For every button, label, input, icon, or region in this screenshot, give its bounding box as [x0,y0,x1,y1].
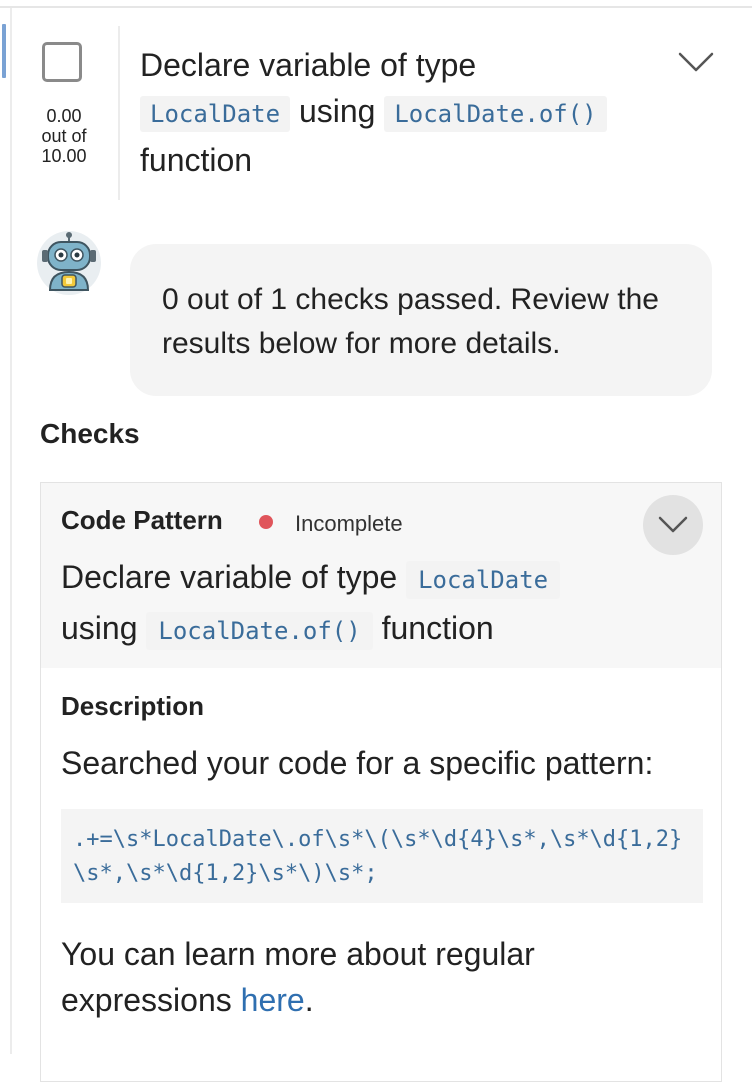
description-heading: Description [61,691,205,721]
check-title-middle: using [61,610,138,646]
task-title-prefix: Declare variable of type [140,47,477,83]
description-text: Searched your code for a specific patter… [61,745,654,781]
check-title-suffix: function [381,610,494,646]
task-title-code-type: LocalDate [140,96,291,132]
check-title-prefix: Declare variable of type [61,559,398,595]
robot-icon [36,230,102,296]
regex-pattern: .+=\s*LocalDate\.of\s*\(\s*\d{4}\s*,\s*\… [61,809,703,903]
active-task-indicator [2,24,6,78]
assistant-message: 0 out of 1 checks passed. Review the res… [162,283,659,360]
check-title-code-type: LocalDate [406,561,561,599]
check-card-header[interactable]: Code Pattern Incomplete Declare variable… [41,483,721,668]
learn-more-text: You can learn more about regular express… [61,931,661,1023]
check-type: Code Pattern [61,505,223,535]
task-title-suffix: function [140,142,253,178]
task-title: Declare variable of type LocalDate using… [140,42,660,183]
task-header: 0.00 out of 10.00 Declare variable of ty… [12,24,752,204]
score-out-of-label: out of [41,126,87,146]
chevron-down-icon [678,52,714,72]
task-score: 0.00 out of 10.00 [24,106,104,166]
score-value: 0.00 [46,106,82,126]
check-status: Incomplete [295,511,403,536]
status-dot [259,515,273,529]
check-title: Declare variable of type LocalDate using… [61,553,621,655]
top-border [0,6,752,8]
task-expand-button[interactable] [678,50,714,82]
check-title-code-call: LocalDate.of() [146,612,373,650]
task-title-code-call: LocalDate.of() [384,96,607,132]
assistant-message-bubble: 0 out of 1 checks passed. Review the res… [130,244,712,396]
checks-heading: Checks [40,418,140,449]
chevron-down-icon [658,516,688,533]
task-checkbox[interactable] [42,42,82,82]
learn-more-suffix: . [304,982,314,1018]
learn-more-link[interactable]: here [241,982,305,1018]
check-collapse-button[interactable] [643,495,703,555]
score-max: 10.00 [41,146,87,166]
check-card: Code Pattern Incomplete Declare variable… [40,482,722,1082]
task-title-middle: using [298,93,376,129]
score-divider [118,26,120,200]
